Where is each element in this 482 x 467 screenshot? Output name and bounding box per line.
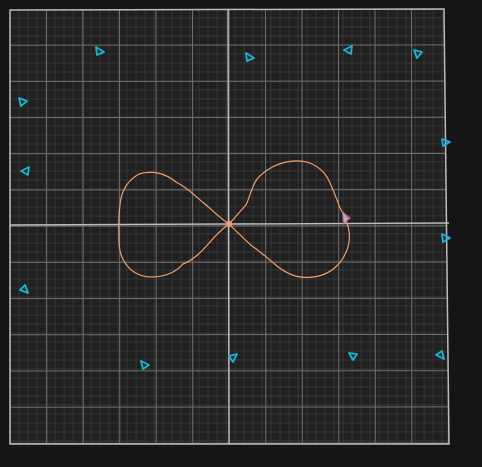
- origin-point-icon[interactable]: [225, 220, 233, 228]
- graph-workspace: [0, 0, 482, 467]
- graph-canvas[interactable]: [0, 0, 482, 467]
